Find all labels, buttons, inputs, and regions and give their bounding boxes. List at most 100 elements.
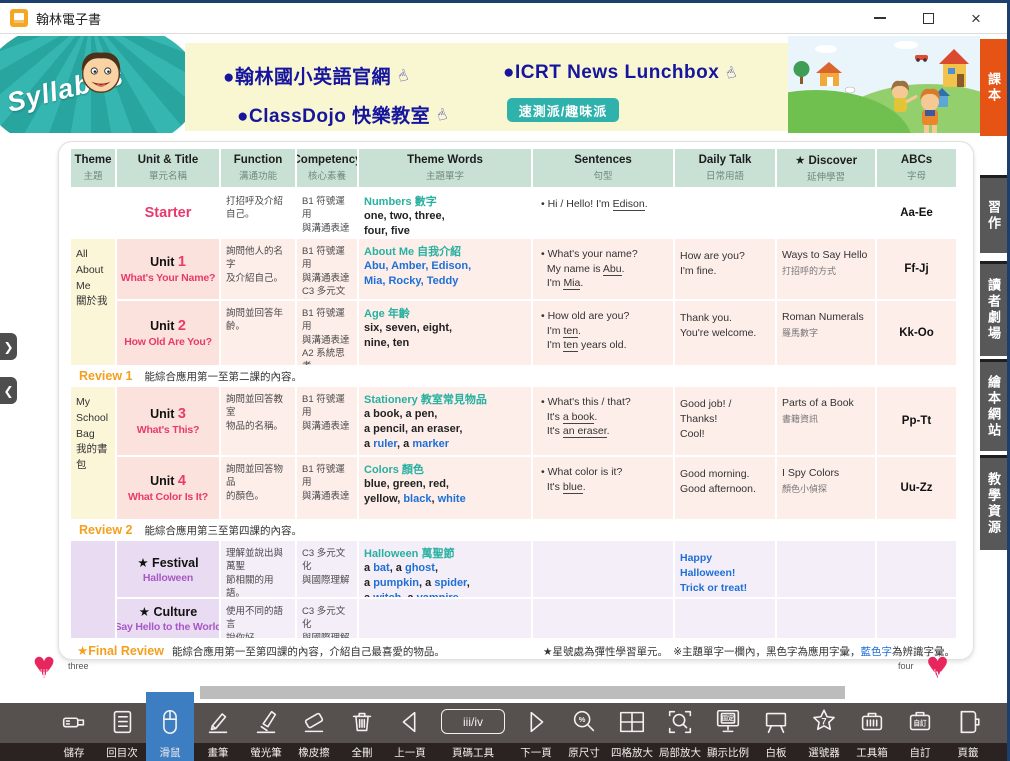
toolbar-button-area-zoom[interactable]: 局部放大: [656, 703, 704, 761]
page-word: three: [68, 661, 89, 671]
review-text: 能綜合應用第一至第二課的內容。: [145, 369, 303, 384]
daily-talk-cell: Good job! / Thanks! Cool!: [675, 387, 775, 455]
unit-title-line2: What's This?: [137, 424, 200, 436]
unit-title-line1: Unit 4: [150, 473, 186, 489]
unit-title-line1: Unit 3: [150, 406, 186, 422]
table-footnotes: ★Final Review能綜合應用第一至第四課的內容，介紹自己最喜愛的物品。 …: [71, 642, 961, 660]
toolbar-button-toc[interactable]: 回目次: [98, 703, 146, 761]
toolbar-label: 下一頁: [520, 743, 552, 761]
header-en: Theme Words: [407, 154, 483, 166]
header-en: Theme: [74, 154, 111, 166]
toolbar-button-number-picker[interactable]: 7選號器: [800, 703, 848, 761]
toolbar-button-trash[interactable]: 全刪: [338, 703, 386, 761]
title-bar: 翰林電子書 ×: [0, 3, 1007, 34]
toolbar-button-highlighter[interactable]: 螢光筆: [242, 703, 290, 761]
unit-title-cell: ★ FestivalHalloween: [117, 541, 219, 597]
link-hanlin-english-site[interactable]: ●翰林國小英語官網☝: [223, 62, 408, 89]
abcs-cell: Aa-Ee: [877, 189, 956, 237]
header-en: ★ Discover: [795, 153, 857, 167]
toolbar-button-prev-page[interactable]: 上一頁: [386, 703, 434, 761]
page-word: four: [898, 661, 914, 671]
syllabus-page: Theme主題Unit & Title單元名稱Function溝通功能Compe…: [58, 141, 974, 660]
link-label: ●ClassDojo 快樂教室: [237, 101, 430, 128]
link-classdojo-classroom[interactable]: ●ClassDojo 快樂教室☝: [237, 101, 447, 128]
toolbar-button-zoom-percent[interactable]: %原尺寸: [560, 703, 608, 761]
toolbar-button-mouse[interactable]: 滑鼠: [146, 692, 194, 761]
theme-cell: My School Bag 我的書包: [71, 387, 115, 519]
toolbar-button-pen[interactable]: 畫筆: [194, 703, 242, 761]
unit-title-cell: Unit 2How Old Are You?: [117, 301, 219, 365]
toolbar-button-next-page[interactable]: 下一頁: [512, 703, 560, 761]
abcs-cell: [877, 541, 956, 597]
header-en: Sentences: [574, 154, 632, 166]
word-list: Abu, Amber, Edison, Mia, Rocky, Teddy: [364, 259, 526, 289]
toolbar-button-toolbox[interactable]: 工具箱: [848, 703, 896, 761]
custom-tool-icon: 自訂: [905, 703, 935, 741]
unit-title-cell: Unit 3 What's This?: [117, 387, 219, 455]
toolbar-button-whiteboard[interactable]: 白板: [752, 703, 800, 761]
area-zoom-icon: [665, 703, 695, 741]
function-cell: 詢問並回答物品 的顏色。: [221, 457, 295, 519]
side-tab-readers-theater[interactable]: 讀者劇場: [980, 261, 1007, 356]
horizontal-scrollbar[interactable]: [200, 686, 845, 699]
function-cell: 理解並說出與萬聖 節相關的用語。: [221, 541, 295, 597]
discover-cell: [777, 541, 875, 597]
panel-collapse-arrow[interactable]: ❮: [0, 377, 17, 404]
quiz-mode-button[interactable]: 速測派/趣味派: [507, 98, 619, 122]
toolbar-label: 橡皮擦: [298, 743, 330, 761]
header-zh: 核心素養: [308, 168, 346, 182]
sentences-cell: [533, 541, 673, 597]
svg-text:固定: 固定: [722, 715, 735, 723]
header-zh: 日常用語: [706, 168, 744, 182]
toolbox-icon: [857, 703, 887, 741]
syllabus-table: Theme主題Unit & Title單元名稱Function溝通功能Compe…: [71, 149, 961, 638]
toolbar-label: 局部放大: [659, 743, 701, 761]
link-icrt-news-lunchbox[interactable]: ●ICRT News Lunchbox☝: [503, 62, 736, 84]
side-tab-picturebook-site[interactable]: 繪本網站: [980, 359, 1007, 451]
toolbar-button-page-tab[interactable]: 頁籤: [944, 703, 992, 761]
panel-expand-arrow[interactable]: ❯: [0, 333, 17, 360]
discover-zh: 羅馬數字: [782, 326, 870, 339]
page-number-right: four ♥iv: [898, 649, 956, 683]
zoom-percent-icon: %: [569, 703, 599, 741]
number-picker-icon: 7: [809, 703, 839, 741]
header-zh: 單元名稱: [149, 168, 187, 182]
side-tab-teaching-resources[interactable]: 教學資源: [980, 455, 1007, 550]
display-ratio-icon: 固定: [713, 703, 743, 741]
maximize-button[interactable]: [919, 9, 937, 27]
sentences-cell: • What's your name? My name is Abu. I'm …: [533, 239, 673, 299]
column-header-unit-title: Unit & Title單元名稱: [117, 149, 219, 187]
discover-cell: Roman Numerals羅馬數字: [777, 301, 875, 365]
page-number-left: ♥iii three: [26, 649, 89, 683]
toolbar-label: 顯示比例: [707, 743, 749, 761]
toolbar-button-custom-tool[interactable]: 自訂自訂: [896, 703, 944, 761]
eraser-icon: [299, 703, 329, 741]
toolbar-button-page-indicator[interactable]: iii/iv頁碼工具: [434, 703, 512, 761]
column-header-theme: Theme主題: [71, 149, 115, 187]
toolbar-button-grid-zoom[interactable]: 四格放大: [608, 703, 656, 761]
side-tab-textbook[interactable]: 課本: [980, 39, 1007, 136]
toolbar-label: 四格放大: [611, 743, 653, 761]
toolbar-label: 螢光筆: [250, 743, 282, 761]
grid-zoom-icon: [617, 703, 647, 741]
discover-en: Ways to Say Hello: [782, 249, 870, 261]
highlighter-icon: [251, 703, 281, 741]
theme-words-cell: Stationery 教室常見物品a book, a pen, a pencil…: [359, 387, 531, 455]
save-icon: [59, 703, 89, 741]
toolbar-button-eraser[interactable]: 橡皮擦: [290, 703, 338, 761]
theme-words-cell: [359, 599, 531, 638]
toolbar-button-save[interactable]: 儲存: [50, 703, 98, 761]
minimize-button[interactable]: [871, 9, 889, 27]
svg-text:7: 7: [821, 716, 826, 726]
discover-cell: [777, 189, 875, 237]
heart-icon: ♥iii: [26, 649, 62, 683]
abcs-cell: Uu-Zz: [877, 457, 956, 519]
banner: Syllabus 速測派/趣味派 ●翰林國小英語官網☝●ICRT News Lu…: [0, 36, 980, 133]
toolbar-button-display-ratio[interactable]: 固定顯示比例: [704, 703, 752, 761]
close-button[interactable]: ×: [967, 9, 985, 27]
side-tab-workbook[interactable]: 習作: [980, 175, 1007, 253]
pointer-hand-icon: ☝: [723, 62, 738, 84]
whiteboard-icon: [761, 703, 791, 741]
sentences-cell: • Hi / Hello! I'm Edison.: [533, 189, 673, 237]
function-cell: 詢問他人的名字 及介紹自己。: [221, 239, 295, 299]
